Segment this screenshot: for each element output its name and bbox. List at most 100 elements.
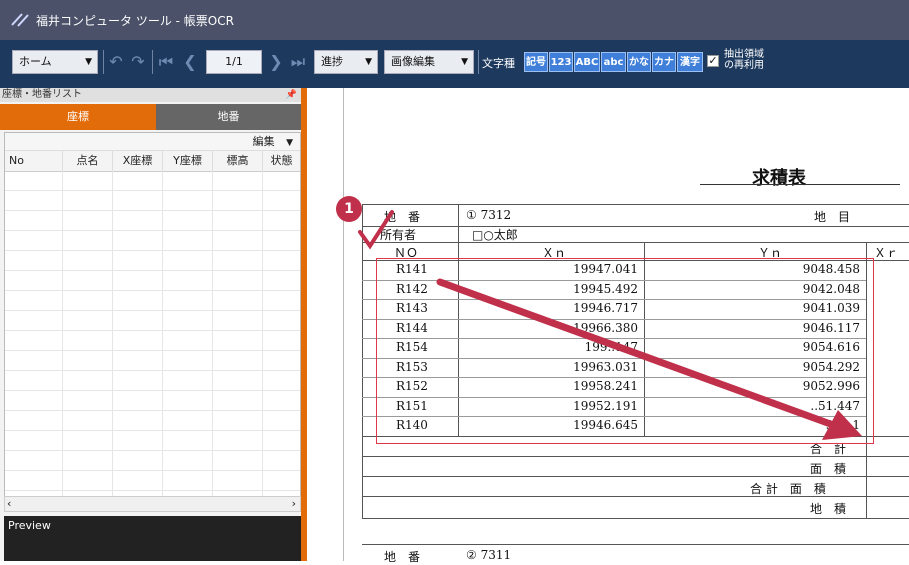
- grid-cell[interactable]: [113, 251, 163, 271]
- grid-cell[interactable]: [113, 471, 163, 491]
- grid-cell[interactable]: [63, 291, 113, 311]
- column-header-no[interactable]: No: [5, 151, 63, 171]
- grid-cell[interactable]: [263, 351, 300, 371]
- tab-parcels[interactable]: 地番: [156, 104, 301, 130]
- grid-cell[interactable]: [213, 211, 263, 231]
- grid-cell[interactable]: [63, 271, 113, 291]
- table-row[interactable]: [5, 191, 300, 211]
- grid-cell[interactable]: [263, 311, 300, 331]
- grid-cell[interactable]: [63, 311, 113, 331]
- grid-cell[interactable]: [113, 451, 163, 471]
- grid-cell[interactable]: [63, 211, 113, 231]
- redo-icon[interactable]: ↷: [128, 51, 148, 73]
- grid-cell[interactable]: [263, 471, 300, 491]
- grid-cell[interactable]: [63, 411, 113, 431]
- grid-cell[interactable]: [163, 271, 213, 291]
- scroll-right-icon[interactable]: ›: [292, 497, 296, 511]
- grid-cell[interactable]: [263, 331, 300, 351]
- grid-cell[interactable]: [213, 411, 263, 431]
- char-type-upper-button[interactable]: ABC: [574, 52, 600, 72]
- grid-cell[interactable]: [263, 171, 300, 191]
- grid-cell[interactable]: [113, 271, 163, 291]
- grid-cell[interactable]: [163, 231, 213, 251]
- grid-cell[interactable]: [163, 311, 213, 331]
- char-type-symbol-button[interactable]: 記号: [524, 52, 548, 72]
- grid-cell[interactable]: [213, 251, 263, 271]
- grid-cell[interactable]: [113, 191, 163, 211]
- grid-cell[interactable]: [263, 291, 300, 311]
- table-row[interactable]: [5, 451, 300, 471]
- grid-cell[interactable]: [63, 391, 113, 411]
- scroll-left-icon[interactable]: ‹: [7, 497, 11, 511]
- grid-cell[interactable]: [213, 171, 263, 191]
- grid-cell[interactable]: [213, 471, 263, 491]
- grid-cell[interactable]: [5, 451, 63, 471]
- grid-cell[interactable]: [113, 171, 163, 191]
- grid-cell[interactable]: [213, 271, 263, 291]
- grid-cell[interactable]: [5, 211, 63, 231]
- table-row[interactable]: [5, 171, 300, 191]
- char-type-number-button[interactable]: 123: [549, 52, 573, 72]
- grid-cell[interactable]: [163, 451, 213, 471]
- grid-cell[interactable]: [263, 411, 300, 431]
- grid-cell[interactable]: [63, 451, 113, 471]
- grid-cell[interactable]: [163, 171, 213, 191]
- grid-cell[interactable]: [163, 331, 213, 351]
- grid-cell[interactable]: [113, 351, 163, 371]
- edit-menu-button[interactable]: 編集 ▼: [5, 133, 300, 151]
- grid-cell[interactable]: [5, 191, 63, 211]
- prev-page-icon[interactable]: ❮: [180, 51, 200, 73]
- grid-cell[interactable]: [113, 211, 163, 231]
- grid-cell[interactable]: [5, 391, 63, 411]
- grid-cell[interactable]: [5, 231, 63, 251]
- grid-cell[interactable]: [5, 331, 63, 351]
- grid-cell[interactable]: [213, 371, 263, 391]
- grid-cell[interactable]: [263, 191, 300, 211]
- grid-cell[interactable]: [263, 391, 300, 411]
- table-row[interactable]: [5, 411, 300, 431]
- grid-cell[interactable]: [213, 291, 263, 311]
- page-indicator[interactable]: 1/1: [206, 50, 262, 74]
- horizontal-scrollbar[interactable]: ‹ ›: [4, 496, 301, 512]
- grid-cell[interactable]: [113, 231, 163, 251]
- grid-cell[interactable]: [5, 271, 63, 291]
- grid-cell[interactable]: [213, 311, 263, 331]
- grid-cell[interactable]: [5, 251, 63, 271]
- grid-cell[interactable]: [113, 291, 163, 311]
- grid-cell[interactable]: [63, 471, 113, 491]
- next-page-icon[interactable]: ❯: [266, 51, 286, 73]
- grid-cell[interactable]: [63, 251, 113, 271]
- grid-cell[interactable]: [5, 291, 63, 311]
- tab-coordinates[interactable]: 座標: [0, 104, 156, 130]
- grid-cell[interactable]: [163, 391, 213, 411]
- table-row[interactable]: [5, 351, 300, 371]
- table-row[interactable]: [5, 251, 300, 271]
- grid-cell[interactable]: [213, 331, 263, 351]
- grid-cell[interactable]: [163, 291, 213, 311]
- grid-cell[interactable]: [163, 471, 213, 491]
- grid-cell[interactable]: [5, 351, 63, 371]
- last-page-icon[interactable]: ⏭: [288, 51, 308, 73]
- table-row[interactable]: [5, 211, 300, 231]
- grid-cell[interactable]: [63, 431, 113, 451]
- grid-cell[interactable]: [5, 411, 63, 431]
- grid-cell[interactable]: [263, 431, 300, 451]
- grid-cell[interactable]: [113, 431, 163, 451]
- grid-cell[interactable]: [5, 311, 63, 331]
- grid-cell[interactable]: [163, 251, 213, 271]
- grid-cell[interactable]: [5, 431, 63, 451]
- grid-cell[interactable]: [63, 371, 113, 391]
- grid-cell[interactable]: [263, 371, 300, 391]
- coordinate-grid[interactable]: 編集 ▼ No 点名 X座標 Y座標 標高 状態: [4, 132, 301, 508]
- grid-cell[interactable]: [5, 371, 63, 391]
- grid-cell[interactable]: [63, 171, 113, 191]
- grid-cell[interactable]: [63, 351, 113, 371]
- pin-icon[interactable]: 📌: [286, 88, 297, 102]
- column-header-status[interactable]: 状態: [263, 151, 300, 171]
- table-row[interactable]: [5, 231, 300, 251]
- first-page-icon[interactable]: ⏮: [156, 51, 176, 73]
- home-menu-button[interactable]: ホーム ▼: [12, 50, 98, 74]
- image-edit-menu-button[interactable]: 画像編集 ▼: [384, 50, 474, 74]
- grid-cell[interactable]: [213, 191, 263, 211]
- table-row[interactable]: [5, 431, 300, 451]
